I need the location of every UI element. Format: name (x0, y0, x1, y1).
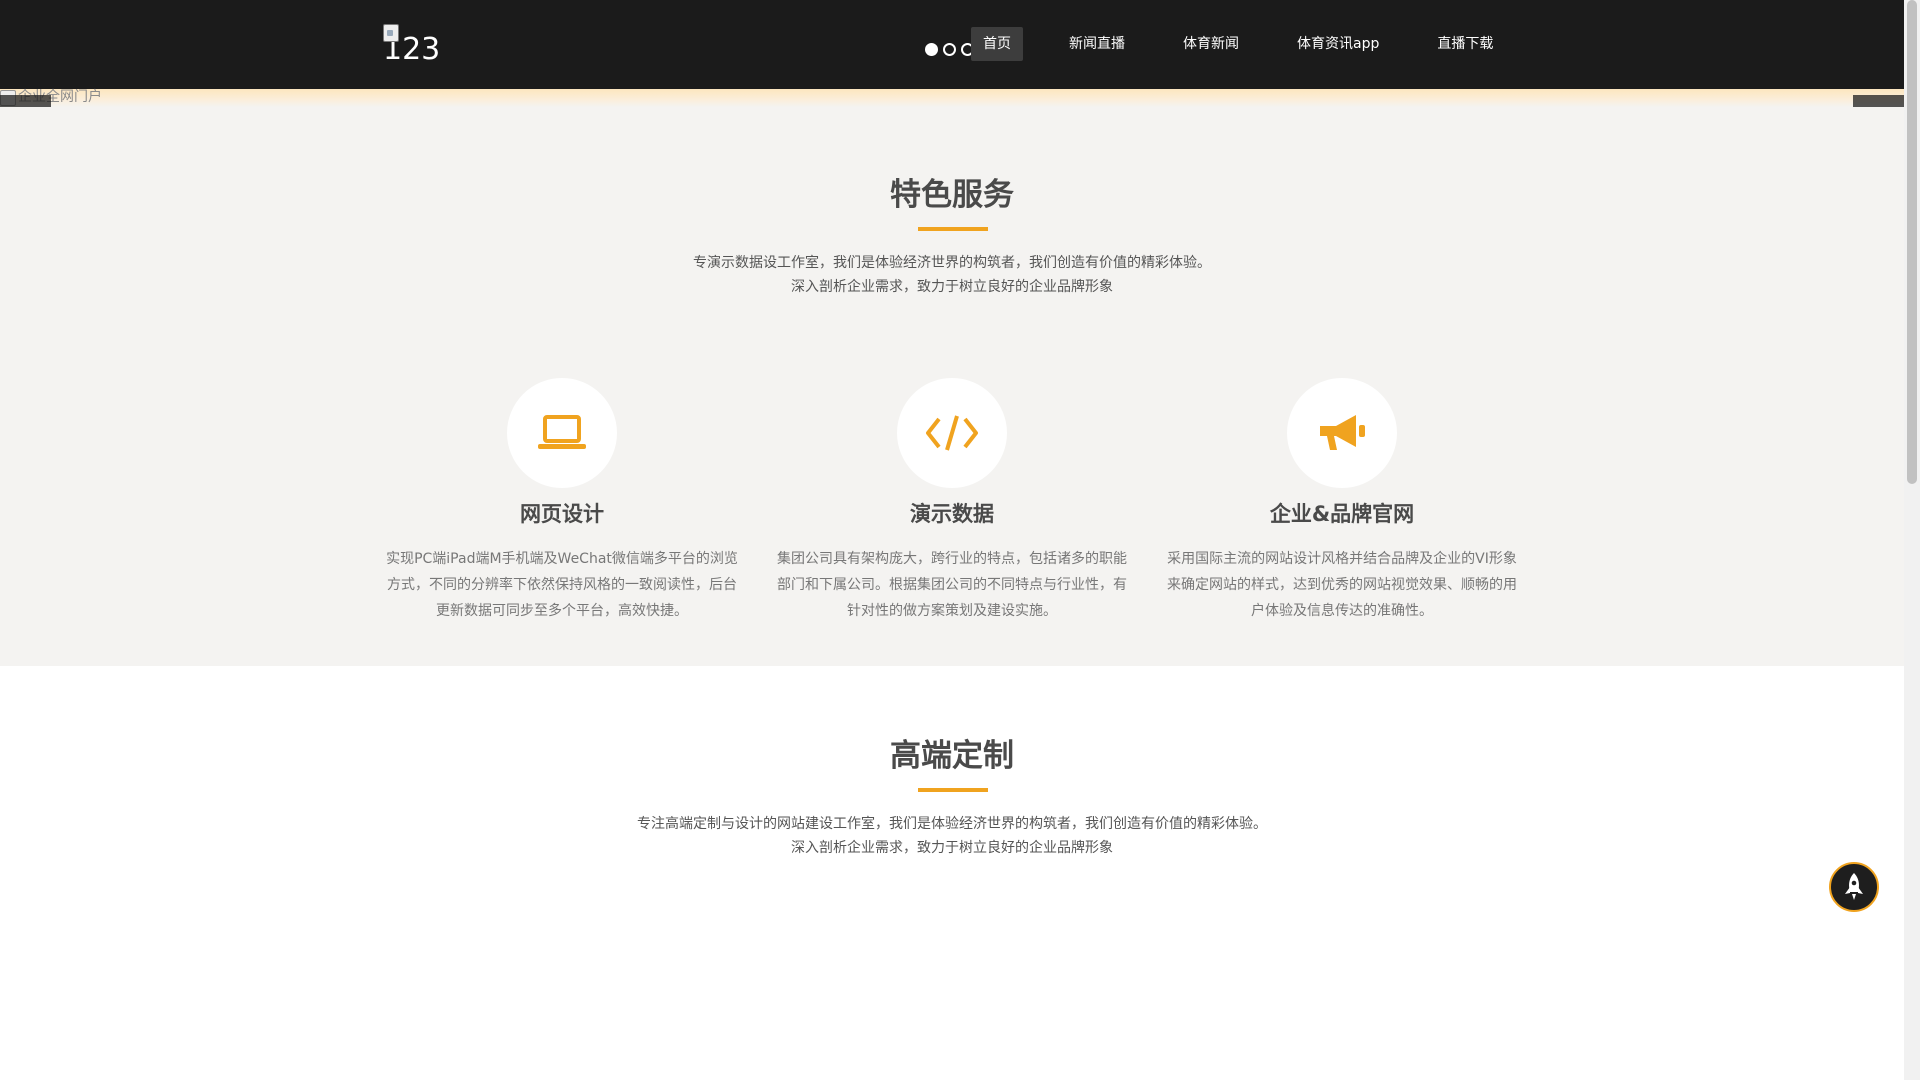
feature-text: 采用国际主流的网站设计风格并结合品牌及企业的VI形象来确定网站的样式，达到优秀的… (1167, 551, 1517, 619)
slider-dot-1[interactable] (925, 43, 938, 56)
rocket-icon (1845, 873, 1863, 900)
feature-title: 企业&品牌官网 (1269, 502, 1415, 526)
feature-icon-circle (507, 378, 617, 488)
nav-item-sports-app[interactable]: 体育资讯app (1285, 27, 1391, 61)
services-desc-line2: 深入剖析企业需求，致力于树立良好的企业品牌形象 (791, 279, 1113, 295)
main-nav: 首页 新闻直播 体育新闻 体育资讯app 直播下载 (971, 27, 1539, 61)
megaphone-icon (1320, 415, 1365, 450)
feature-title: 演示数据 (910, 502, 994, 526)
nav-item-news-live[interactable]: 新闻直播 (1057, 27, 1137, 61)
scrollbar-thumb[interactable] (1907, 0, 1917, 484)
slider-dots (925, 43, 974, 56)
site-logo[interactable]: 123 (383, 24, 440, 68)
nav-item-sports-news[interactable]: 体育新闻 (1171, 27, 1251, 61)
laptop-icon (538, 415, 586, 449)
back-to-top-button[interactable] (1829, 862, 1879, 912)
site-header: 123 首页 新闻直播 体育新闻 体育资讯app 直播下载 (0, 0, 1904, 89)
nav-item-live-download[interactable]: 直播下载 (1425, 27, 1505, 61)
code-icon (926, 415, 978, 451)
feature-icon-circle (897, 378, 1007, 488)
nav-item-home[interactable]: 首页 (971, 27, 1023, 61)
custom-desc-line2: 深入剖析企业需求，致力于树立良好的企业品牌形象 (791, 840, 1113, 856)
feature-text: 集团公司具有架构庞大，跨行业的特点，包括诸多的职能部门和下属公司。根据集团公司的… (777, 551, 1127, 619)
feature-title: 网页设计 (520, 502, 604, 526)
broken-image-icon (383, 24, 399, 42)
custom-desc-line1: 专注高端定制与设计的网站建设工作室，我们是体验经济世界的构筑者，我们创造有价值的… (637, 816, 1267, 832)
page-scrollbar[interactable] (1904, 0, 1920, 1080)
slider-dot-2[interactable] (943, 43, 956, 56)
custom-title-underline (918, 788, 988, 792)
feature-text: 实现PC端iPad端M手机端及WeChat微信端多平台的浏览方式，不同的分辨率下… (386, 551, 738, 619)
services-title-underline (918, 227, 988, 231)
custom-title: 高端定制 (890, 738, 1014, 774)
services-desc-line1: 专演示数据设工作室，我们是体验经济世界的构筑者，我们创造有价值的精彩体验。 (693, 255, 1211, 271)
feature-icon-circle (1287, 378, 1397, 488)
banner-slider (0, 89, 1904, 107)
services-title: 特色服务 (890, 177, 1014, 213)
custom-section: 高端定制 专注高端定制与设计的网站建设工作室，我们是体验经济世界的构筑者，我们创… (0, 666, 1904, 1080)
services-section: 特色服务 专演示数据设工作室，我们是体验经济世界的构筑者，我们创造有价值的精彩体… (0, 107, 1904, 666)
